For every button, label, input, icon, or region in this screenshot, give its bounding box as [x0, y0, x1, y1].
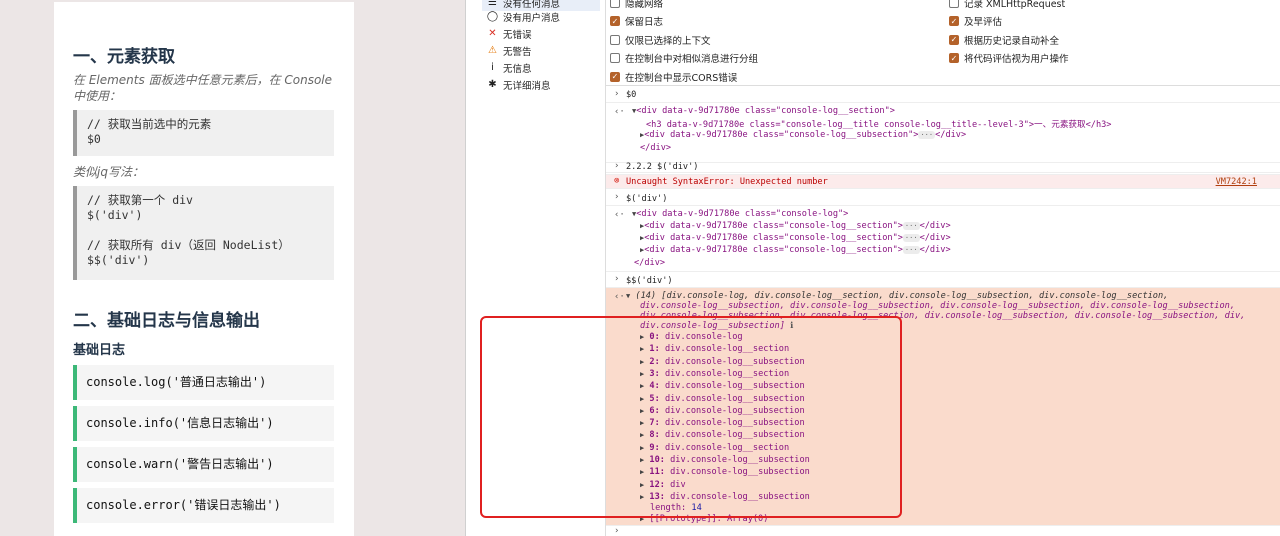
info-icon: i — [491, 62, 494, 73]
section-title: 二、基础日志与信息输出 — [73, 311, 260, 331]
filter-user[interactable]: ◯ 没有用户消息 — [486, 8, 560, 25]
console-command: › $0 — [606, 86, 1280, 103]
checkbox[interactable]: ✓ — [610, 71, 620, 82]
info-button[interactable]: console.info('信息日志输出') — [73, 406, 334, 441]
bug-icon: ✱ — [488, 79, 497, 90]
element-line[interactable]: ▼<div data-v-9d71780e class="console-log… — [632, 209, 848, 219]
result-arrow-icon: ‹· — [614, 292, 625, 302]
setting-label: 保留日志 — [625, 17, 664, 28]
element-line: </div> — [640, 143, 672, 153]
log-button[interactable]: console.log('普通日志输出') — [73, 365, 334, 400]
setting-option[interactable]: ✓ 保留日志 — [610, 13, 663, 30]
error-icon: ⊗ — [614, 176, 620, 186]
prompt-icon: › — [614, 161, 620, 171]
element-line[interactable]: <h3 data-v-9d71780e class="console-log__… — [646, 118, 1111, 130]
element-line[interactable]: ▶<div data-v-9d71780e class="console-log… — [640, 130, 966, 140]
element-line: </div> — [634, 258, 666, 268]
checkbox[interactable] — [610, 34, 620, 45]
console-result: ‹· ▼<div data-v-9d71780e class="console-… — [606, 206, 1280, 272]
jq-note: 类似jq写法： — [73, 165, 144, 179]
element-line[interactable]: ▶<div data-v-9d71780e class="console-log… — [640, 233, 951, 243]
setting-label: 根据历史记录自动补全 — [964, 35, 1060, 47]
setting-option[interactable]: ✓ 将代码评估视为用户操作 — [949, 50, 1069, 67]
console-input[interactable]: › — [606, 526, 1280, 536]
checkbox[interactable] — [610, 0, 620, 8]
setting-label: 仅限已选择的上下文 — [625, 35, 711, 47]
code-block-selected: // 获取当前选中的元素 $0 — [73, 110, 334, 156]
filter-label: 无错误 — [503, 29, 532, 41]
setting-label: 将代码评估视为用户操作 — [964, 54, 1069, 65]
section-intro: 在 Elements 面板选中任意元素后，在 Console 中使用： — [73, 73, 333, 103]
console-error: ⊗ Uncaught SyntaxError: Unexpected numbe… — [606, 175, 1280, 189]
checkbox[interactable] — [610, 53, 620, 63]
result-arrow-icon: ‹· — [614, 210, 625, 220]
setting-option[interactable]: ✓ 在控制台中显示CORS错误 — [610, 68, 737, 85]
code-block-jq: // 获取第一个 div $('div') // 获取所有 div（返回 Nod… — [73, 186, 334, 280]
prompt-icon: › — [614, 274, 620, 284]
filter-label: 无详细消息 — [503, 80, 551, 92]
setting-label: 隐藏网络 — [625, 0, 664, 10]
filter-label: 没有用户消息 — [503, 12, 561, 24]
element-line[interactable]: ▼<div data-v-9d71780e class="console-log… — [632, 106, 895, 116]
doc-page: 一、元素获取 在 Elements 面板选中任意元素后，在 Console 中使… — [54, 2, 354, 536]
setting-label: 在控制台中显示CORS错误 — [625, 72, 738, 84]
setting-label: 在控制台中对相似消息进行分组 — [625, 54, 759, 65]
highlight-box — [480, 316, 902, 518]
element-line[interactable]: ▶<div data-v-9d71780e class="console-log… — [640, 221, 951, 231]
checkbox[interactable]: ✓ — [610, 16, 620, 26]
console-command: › $('div') — [606, 189, 1280, 206]
console-command: › $$('div') — [606, 272, 1280, 288]
checkbox[interactable] — [949, 0, 959, 8]
setting-label: 及早评估 — [964, 17, 1003, 28]
setting-option[interactable]: 在控制台中对相似消息进行分组 — [610, 50, 758, 67]
setting-option[interactable]: ✓ 及早评估 — [949, 13, 1002, 30]
error-source-link[interactable]: VM7242:1 — [1216, 177, 1257, 187]
warn-button[interactable]: console.warn('警告日志输出') — [73, 447, 334, 482]
section-title: 一、元素获取 — [73, 47, 175, 67]
array-summary[interactable]: ▼ (14) [div.console-log, div.console-log… — [626, 291, 1168, 301]
prompt-icon: › — [614, 526, 620, 536]
console-settings: 隐藏网络 ✓ 保留日志仅限已选择的上下文在控制台中对相似消息进行分组 ✓ 在控制台中显示… — [606, 0, 1280, 86]
filter-warning[interactable]: ⚠ 无警告 — [486, 42, 532, 59]
element-line[interactable]: ▶<div data-v-9d71780e class="console-log… — [640, 245, 951, 255]
error-button[interactable]: console.error('错误日志输出') — [73, 488, 334, 523]
setting-option[interactable]: 仅限已选择的上下文 — [610, 31, 711, 48]
user-icon: ◯ — [486, 11, 499, 22]
filter-label: 无信息 — [503, 63, 532, 75]
setting-option[interactable]: 记录 XMLHttpRequest — [949, 0, 1065, 11]
setting-option[interactable]: 隐藏网络 — [610, 0, 663, 11]
filter-label: 无警告 — [503, 46, 532, 58]
error-icon: ✕ — [488, 28, 497, 39]
setting-option[interactable]: ✓ 根据历史记录自动补全 — [949, 31, 1059, 48]
result-arrow-icon: ‹· — [614, 107, 625, 117]
prompt-icon: › — [614, 89, 620, 99]
console-result: ‹· ▼<div data-v-9d71780e class="console-… — [606, 103, 1280, 163]
checkbox[interactable]: ✓ — [949, 34, 959, 45]
setting-label: 记录 XMLHttpRequest — [964, 0, 1066, 10]
checkbox[interactable]: ✓ — [949, 53, 959, 63]
prompt-icon: › — [614, 192, 620, 202]
subsection-title: 基础日志 — [73, 343, 126, 358]
console-command: › 2.2.2 $('div') — [606, 159, 1280, 175]
filter-bug[interactable]: ✱ 无详细消息 — [486, 76, 551, 93]
filter-error[interactable]: ✕ 无错误 — [486, 25, 532, 42]
filter-info[interactable]: i 无信息 — [486, 59, 532, 76]
checkbox[interactable]: ✓ — [949, 16, 959, 26]
warning-icon: ⚠ — [488, 45, 497, 56]
